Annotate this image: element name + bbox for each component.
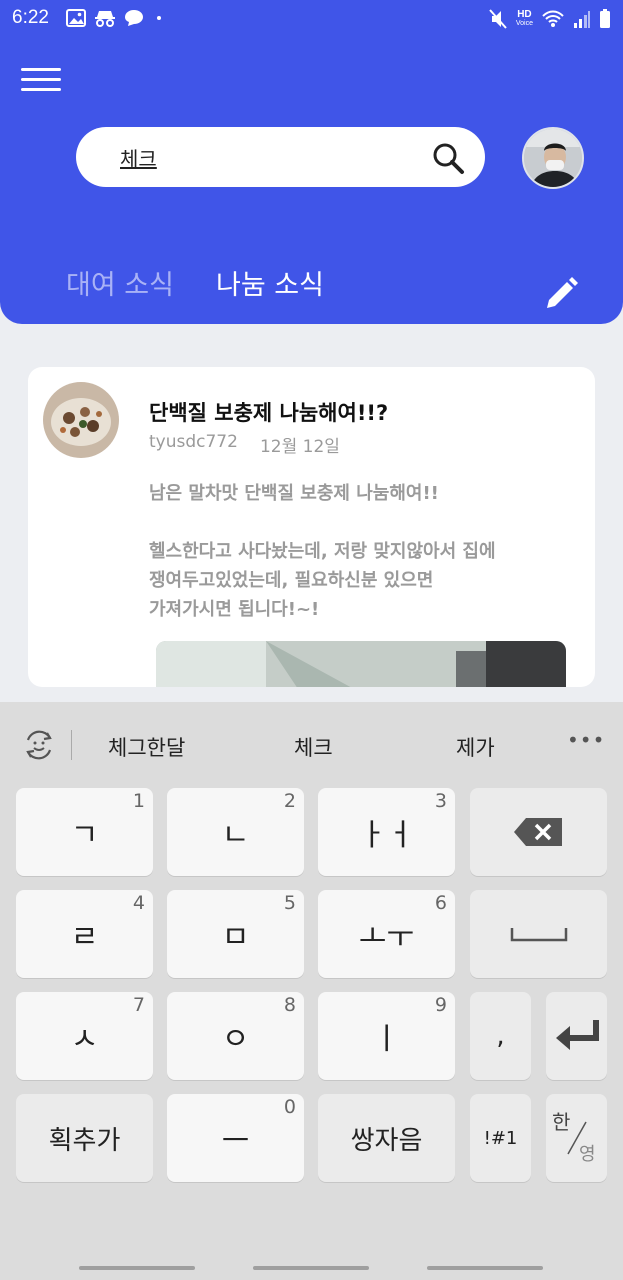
- post-image[interactable]: [156, 641, 566, 687]
- space-key[interactable]: [470, 890, 607, 978]
- image-icon: [66, 9, 86, 27]
- dot-icon: [157, 16, 161, 20]
- key-eu[interactable]: 0 ㅡ: [167, 1094, 304, 1182]
- nav-home-button[interactable]: [253, 1266, 369, 1270]
- suggestion-1[interactable]: 체그한달: [108, 732, 185, 762]
- wifi-icon: [542, 10, 564, 27]
- enter-icon: [556, 1020, 599, 1050]
- post-photo: [156, 641, 566, 687]
- battery-icon: [600, 9, 610, 28]
- key-siot[interactable]: 7 ㅅ: [16, 992, 153, 1080]
- hd-voice-icon: HD Voice: [516, 10, 533, 28]
- hamburger-menu-icon[interactable]: [21, 68, 61, 92]
- voice-label: Voice: [515, 20, 533, 27]
- lang-english-label: 영: [579, 1144, 596, 1165]
- comma-key[interactable]: ,: [470, 992, 531, 1080]
- suggestion-3[interactable]: 제가: [456, 732, 495, 762]
- add-stroke-key[interactable]: 획추가: [16, 1094, 153, 1182]
- language-toggle-key[interactable]: 한 영: [546, 1094, 607, 1182]
- post-title: 단백질 보충제 나눔해여!!?: [149, 401, 389, 425]
- post-card[interactable]: 단백질 보충제 나눔해여!!? tyusdc772 12월 12일 남은 말차맛…: [28, 367, 595, 687]
- chat-bubble-icon: [125, 10, 143, 26]
- search-icon[interactable]: [431, 141, 465, 175]
- nav-back-button[interactable]: [427, 1266, 543, 1270]
- search-input[interactable]: [120, 141, 420, 173]
- post-body: 남은 말차맛 단백질 보충제 나눔해여!! 헬스한다고 사다놨는데, 저랑 맞지…: [149, 479, 579, 624]
- suggestion-2[interactable]: 체크: [294, 732, 333, 762]
- tab-rental-news[interactable]: 대여 소식: [66, 263, 174, 302]
- backspace-icon: [514, 818, 562, 846]
- post-author: tyusdc772: [149, 432, 238, 452]
- key-mieum[interactable]: 5 ㅁ: [167, 890, 304, 978]
- key-o-u[interactable]: 6 ㅗㅜ: [318, 890, 455, 978]
- key-a-eo[interactable]: 3 ㅏㅓ: [318, 788, 455, 876]
- post-body-line: 헬스한다고 사다놨는데, 저랑 맞지않아서 집에: [149, 541, 496, 562]
- pencil-icon[interactable]: [543, 276, 579, 312]
- space-icon: [510, 928, 568, 942]
- more-options-icon[interactable]: •••: [567, 728, 605, 752]
- key-nieun[interactable]: 2 ㄴ: [167, 788, 304, 876]
- enter-key[interactable]: [546, 992, 607, 1080]
- post-body-line: 가져가시면 됩니다!~!: [149, 599, 320, 620]
- key-ieung[interactable]: 8 ㅇ: [167, 992, 304, 1080]
- mute-icon: [489, 9, 507, 29]
- food-photo: [43, 382, 119, 458]
- avatar-photo: [524, 129, 582, 187]
- symbols-key[interactable]: !#1: [470, 1094, 531, 1182]
- key-rieul[interactable]: 4 ㄹ: [16, 890, 153, 978]
- nav-recents-button[interactable]: [79, 1266, 195, 1270]
- post-date: 12월 12일: [259, 437, 340, 457]
- status-time: 6:22: [12, 7, 49, 28]
- suggestion-bar: 체그한달 체크 제가 •••: [0, 702, 623, 786]
- profile-avatar[interactable]: [522, 127, 584, 189]
- key-giyeok[interactable]: 1 ㄱ: [16, 788, 153, 876]
- backspace-key[interactable]: [470, 788, 607, 876]
- incognito-icon: [95, 11, 115, 27]
- suggestion-divider: [71, 730, 72, 760]
- post-body-line: 남은 말차맛 단백질 보충제 나눔해여!!: [149, 483, 439, 504]
- post-body-line: 쟁여두고있었는데, 필요하신분 있으면: [149, 570, 434, 591]
- keyboard: 체그한달 체크 제가 ••• 1 ㄱ 2 ㄴ 3 ㅏㅓ 4 ㄹ 5 ㅁ 6 ㅗㅜ: [0, 702, 623, 1280]
- emoji-sync-icon[interactable]: [22, 728, 56, 762]
- status-icons-left: [66, 9, 166, 27]
- system-nav-bar: [0, 1252, 623, 1280]
- double-consonant-key[interactable]: 쌍자음: [318, 1094, 455, 1182]
- key-i[interactable]: 9 ㅣ: [318, 992, 455, 1080]
- status-icons-right: HD Voice: [488, 8, 611, 30]
- status-bar: 6:22 HD Voice: [0, 0, 623, 38]
- post-author-avatar: [43, 382, 119, 458]
- app-header: 대여 소식 나눔 소식: [0, 38, 623, 324]
- search-bar[interactable]: [76, 127, 485, 187]
- post-meta: tyusdc772 12월 12일: [149, 432, 340, 457]
- tab-share-news[interactable]: 나눔 소식: [216, 263, 324, 302]
- signal-icon: [574, 11, 590, 28]
- post-body-blank: [149, 508, 579, 537]
- hd-label: HD: [517, 9, 532, 20]
